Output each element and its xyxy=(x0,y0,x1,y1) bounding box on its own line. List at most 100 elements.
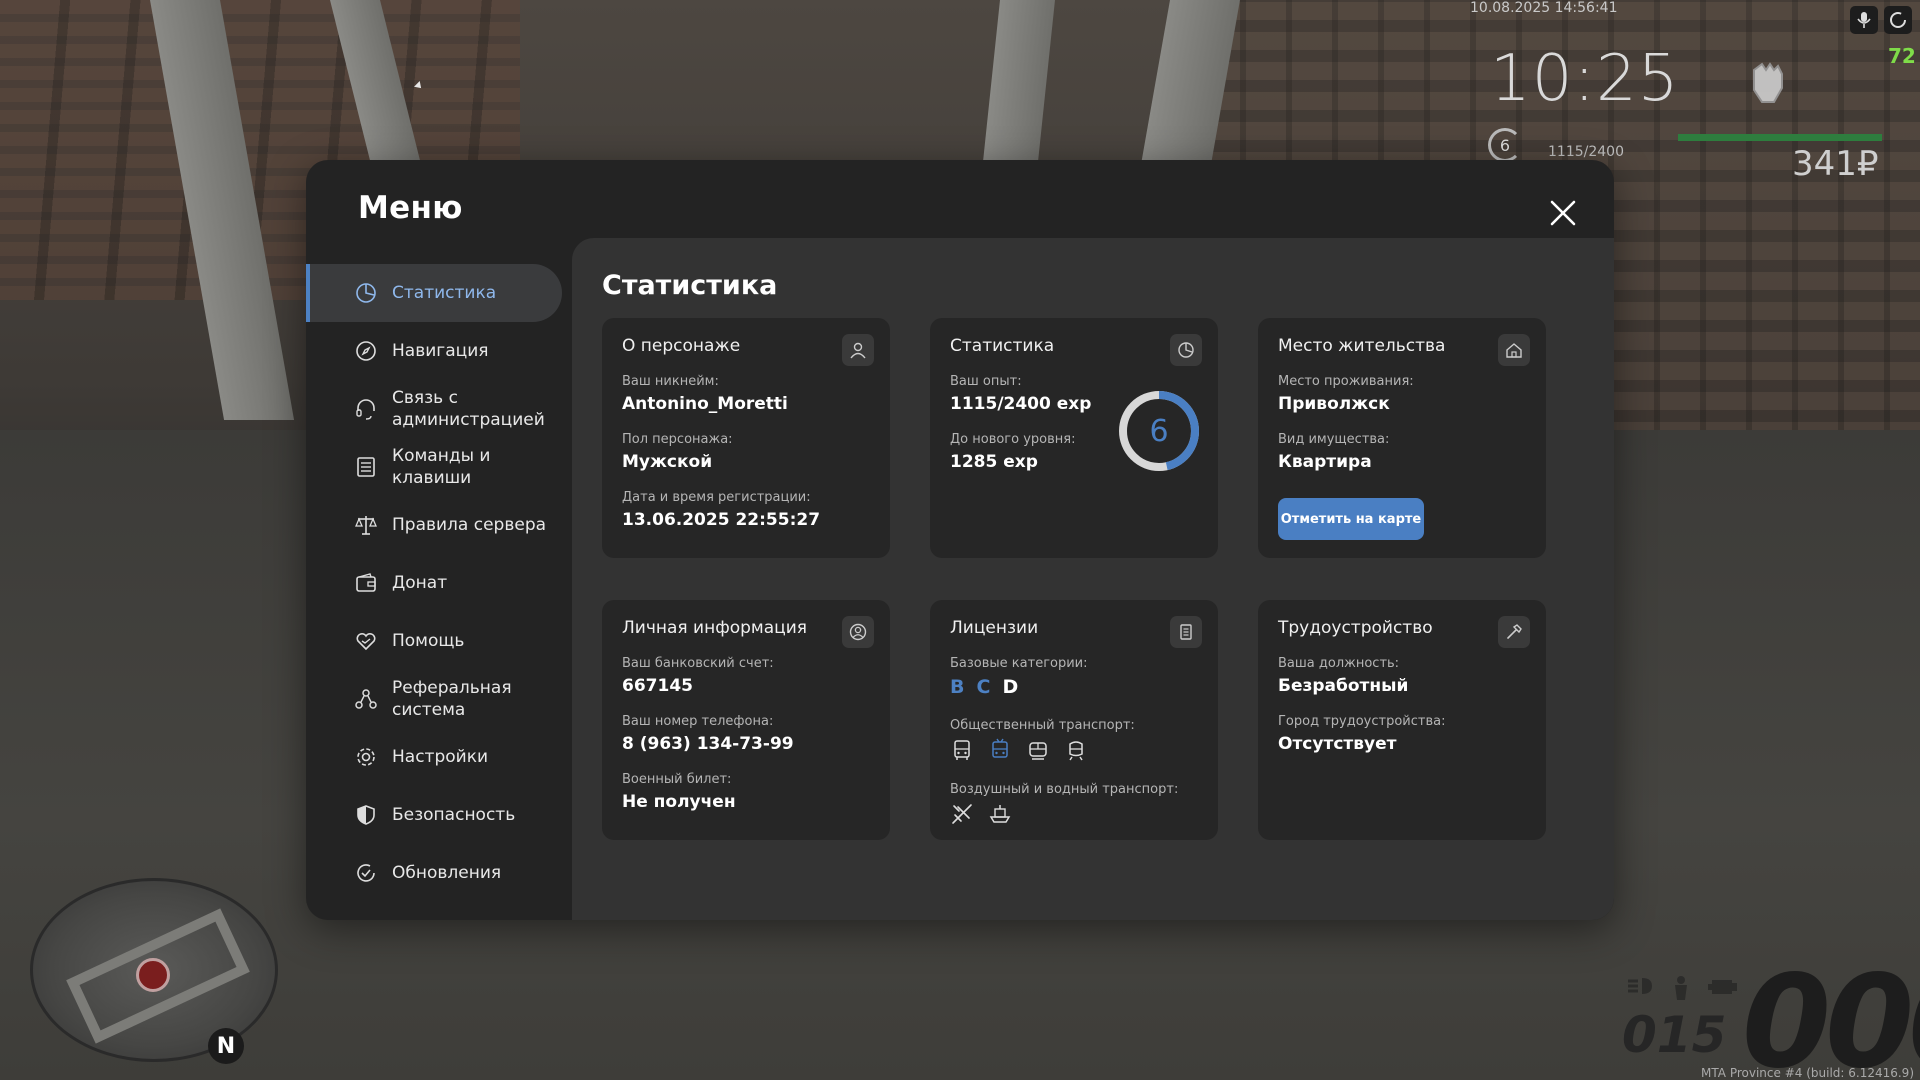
house-icon xyxy=(1498,334,1530,366)
gender-value: Мужской xyxy=(622,452,713,472)
card-personal-info: Личная информация Ваш банковский счет: 6… xyxy=(602,600,890,840)
microphone-icon[interactable] xyxy=(1850,6,1878,34)
bank-account-value: 667145 xyxy=(622,676,693,696)
trolleybus-icon xyxy=(992,738,1008,758)
sidebar-item-label: Настройки xyxy=(392,747,489,767)
page-title: Статистика xyxy=(602,270,778,301)
property-value: Квартира xyxy=(1278,452,1372,472)
property-label: Вид имущества: xyxy=(1278,432,1390,447)
license-category-b: B xyxy=(950,676,965,698)
sidebar-item-statistics[interactable]: Статистика xyxy=(306,264,562,322)
bank-account-label: Ваш банковский счет: xyxy=(622,656,774,671)
user-icon xyxy=(842,334,874,366)
level-number: 6 xyxy=(1149,414,1168,449)
sidebar-item-admin-contact[interactable]: Связь с администрацией xyxy=(306,380,562,438)
hud-money: 341₽ xyxy=(1792,144,1879,184)
compass-icon xyxy=(356,341,376,361)
sidebar-item-label: Команды и клавиши xyxy=(392,446,491,488)
air-water-transport-label: Воздушный и водный транспорт: xyxy=(950,782,1179,797)
vehicle-indicators xyxy=(1626,975,1738,1001)
phone-value: 8 (963) 134-73-99 xyxy=(622,734,794,754)
card-title: Место жительства xyxy=(1278,336,1446,356)
headset-icon xyxy=(356,399,375,420)
card-residence: Место жительства Место проживания: Приво… xyxy=(1258,318,1546,558)
sidebar-item-label: Правила сервера xyxy=(392,515,547,535)
license-category-c: C xyxy=(976,676,991,698)
sidebar-item-label: Навигация xyxy=(392,341,489,361)
airplane-icon xyxy=(952,804,972,824)
military-label: Военный билет: xyxy=(622,772,732,787)
wallet-icon xyxy=(356,573,376,592)
card-character: О персонаже Ваш никнейм: Antonino_Morett… xyxy=(602,318,890,558)
level-progress-ring: 6 xyxy=(1119,391,1199,471)
hud-fuel: 015 xyxy=(1622,1006,1727,1064)
user-circle-icon xyxy=(842,616,874,648)
refresh-check-icon xyxy=(357,864,375,882)
card-title: Лицензии xyxy=(950,618,1039,638)
sidebar-item-label: Обновления xyxy=(392,863,502,883)
fist-weapon-icon xyxy=(1753,62,1783,103)
position-label: Ваша должность: xyxy=(1278,656,1400,671)
build-info: MTA Province #4 (build: 6.12416.9) xyxy=(1701,1066,1914,1080)
card-title: Статистика xyxy=(950,336,1055,356)
minimap-north-indicator: N xyxy=(208,1028,244,1064)
sidebar-item-help[interactable]: Помощь xyxy=(306,612,562,670)
network-icon xyxy=(355,689,377,709)
license-category-d: D xyxy=(1002,676,1019,698)
engine-icon xyxy=(1708,980,1737,994)
seatbelt-icon xyxy=(1675,976,1687,1000)
boat-icon xyxy=(989,805,1011,823)
exp-value: 1115/2400 exp xyxy=(950,394,1092,414)
player-marker-icon xyxy=(136,958,170,992)
phone-label: Ваш номер телефона: xyxy=(622,714,774,729)
air-water-transport-icons xyxy=(950,802,1012,826)
hud-datetime: 10.08.2025 14:56:41 xyxy=(1470,0,1618,16)
sidebar-item-updates[interactable]: Обновления xyxy=(306,844,562,902)
list-icon xyxy=(357,457,375,477)
hud-level-badge: 6 xyxy=(1488,128,1522,162)
headlights-icon xyxy=(1628,978,1652,994)
employment-city-value: Отсутствует xyxy=(1278,734,1397,754)
position-value: Безработный xyxy=(1278,676,1409,696)
sidebar-item-referral[interactable]: Реферальная система xyxy=(306,670,562,728)
card-licenses: Лицензии Базовые категории: B C D Общест… xyxy=(930,600,1218,840)
gear-icon xyxy=(357,748,375,766)
military-value: Не получен xyxy=(622,792,736,812)
sidebar-item-donate[interactable]: Донат xyxy=(306,554,562,612)
card-employment: Трудоустройство Ваша должность: Безработ… xyxy=(1258,600,1546,840)
license-categories: B C D xyxy=(950,676,1018,698)
public-transport-label: Общественный транспорт: xyxy=(950,718,1135,733)
reload-icon[interactable] xyxy=(1884,6,1912,34)
menu-window: Меню Статистика Навигация Связь с админи… xyxy=(306,160,1614,920)
shield-icon xyxy=(357,805,375,825)
sidebar-item-settings[interactable]: Настройки xyxy=(306,728,562,786)
residence-value: Приволжск xyxy=(1278,394,1390,414)
next-level-label: До нового уровня: xyxy=(950,432,1076,447)
card-title: Личная информация xyxy=(622,618,808,638)
sidebar-item-commands[interactable]: Команды и клавиши xyxy=(306,438,562,496)
card-title: О персонаже xyxy=(622,336,741,356)
sidebar-item-server-rules[interactable]: Правила сервера xyxy=(306,496,562,554)
sidebar-item-security[interactable]: Безопасность xyxy=(306,786,562,844)
menu-title: Меню xyxy=(358,190,463,226)
pie-chart-icon xyxy=(1170,334,1202,366)
hud-health-bar xyxy=(1678,134,1882,141)
public-transport-icons xyxy=(950,738,1088,762)
nickname-label: Ваш никнейм: xyxy=(622,374,719,389)
close-button[interactable] xyxy=(1546,196,1580,230)
card-statistics: Статистика Ваш опыт: 1115/2400 exp До но… xyxy=(930,318,1218,558)
hud-speedometer: 000 xyxy=(1742,948,1920,1080)
hammer-icon xyxy=(1498,616,1530,648)
sidebar-item-label: Статистика xyxy=(392,283,497,303)
mark-on-map-button[interactable]: Отметить на карте xyxy=(1278,498,1424,540)
sidebar-item-label: Донат xyxy=(392,573,448,593)
tram-icon xyxy=(1029,742,1047,760)
heart-hand-icon xyxy=(356,632,376,651)
base-categories-label: Базовые категории: xyxy=(950,656,1088,671)
employment-city-label: Город трудоустройства: xyxy=(1278,714,1446,729)
hud-ping: 72 xyxy=(1888,44,1916,68)
sidebar-item-navigation[interactable]: Навигация xyxy=(306,322,562,380)
nickname-value: Antonino_Moretti xyxy=(622,394,788,414)
hud-clock: 10:25 xyxy=(1490,42,1680,116)
sidebar-item-label: Связь с администрацией xyxy=(392,388,545,430)
